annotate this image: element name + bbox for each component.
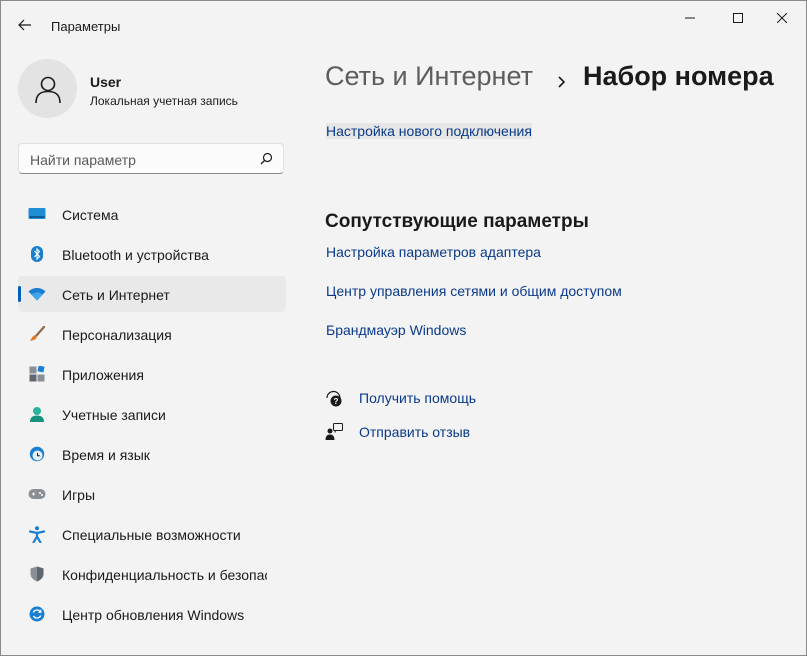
sidebar-item-privacy[interactable]: Конфиденциальность и безопасность (18, 556, 286, 592)
send-feedback-link[interactable]: Отправить отзыв (359, 424, 470, 440)
sidebar-item-personalization[interactable]: Персонализация (18, 316, 286, 352)
gamepad-icon (28, 486, 46, 502)
feedback-icon (325, 423, 343, 441)
sidebar-item-time-language[interactable]: Время и язык (18, 436, 286, 472)
svg-text:?: ? (334, 397, 339, 406)
accessibility-icon (28, 525, 46, 543)
sidebar-item-label: Bluetooth и устройства (62, 247, 209, 263)
sidebar-item-label: Сеть и Интернет (62, 287, 170, 303)
sidebar-item-accounts[interactable]: Учетные записи (18, 396, 286, 432)
wifi-icon (28, 286, 46, 302)
shield-icon (28, 566, 46, 582)
search-icon[interactable] (260, 152, 273, 170)
breadcrumb: Сеть и Интернет Набор номера (325, 61, 774, 92)
sidebar-item-network[interactable]: Сеть и Интернет (18, 276, 286, 312)
get-help-link[interactable]: Получить помощь (359, 390, 476, 406)
accounts-icon (28, 406, 46, 422)
bluetooth-icon (28, 246, 46, 262)
close-icon (777, 13, 787, 23)
search-input[interactable]: Найти параметр (30, 152, 136, 168)
sidebar-item-gaming[interactable]: Игры (18, 476, 286, 512)
app-title: Параметры (51, 19, 121, 34)
title-bar: Параметры (1, 1, 806, 41)
page-title: Набор номера (583, 61, 774, 91)
sidebar-item-label: Учетные записи (62, 407, 166, 423)
brush-icon (28, 326, 46, 342)
account-type: Локальная учетная запись (90, 94, 238, 108)
network-sharing-center-link[interactable]: Центр управления сетями и общим доступом (326, 283, 622, 299)
sidebar-item-windows-update[interactable]: Центр обновления Windows (18, 596, 286, 632)
sidebar-item-label: Игры (62, 487, 96, 503)
search-box[interactable]: Найти параметр (18, 143, 284, 174)
setup-new-connection-link[interactable]: Настройка нового подключения (326, 123, 532, 139)
avatar (18, 59, 77, 118)
sidebar-item-apps[interactable]: Приложения (18, 356, 286, 392)
maximize-icon (733, 13, 743, 23)
active-indicator (18, 286, 21, 302)
minimize-button[interactable] (667, 3, 713, 33)
back-button[interactable] (13, 13, 37, 37)
help-icon: ? (325, 389, 343, 407)
chevron-right-icon (557, 67, 567, 98)
user-name: User (90, 74, 122, 90)
related-settings-title: Сопутствующие параметры (325, 211, 589, 232)
windows-firewall-link[interactable]: Брандмауэр Windows (326, 322, 466, 338)
sidebar-item-bluetooth[interactable]: Bluetooth и устройства (18, 236, 286, 272)
maximize-button[interactable] (715, 3, 761, 33)
time-language-icon (28, 446, 46, 462)
settings-window: Параметры User Локальная учетная запись … (0, 0, 807, 656)
close-button[interactable] (759, 3, 805, 33)
sidebar-item-label: Центр обновления Windows (62, 607, 245, 623)
adapter-settings-link[interactable]: Настройка параметров адаптера (326, 244, 541, 260)
sidebar-item-label: Конфиденциальность и безопасность (62, 567, 267, 583)
breadcrumb-parent[interactable]: Сеть и Интернет (325, 61, 533, 91)
sidebar-item-system[interactable]: Система (18, 196, 286, 232)
back-arrow-icon (18, 19, 31, 31)
sidebar-item-label: Специальные возможности (62, 527, 241, 543)
update-icon (28, 606, 46, 622)
sidebar-item-label: Система (62, 207, 119, 223)
system-icon (28, 206, 46, 222)
sidebar-item-label: Время и язык (62, 447, 150, 463)
apps-icon (28, 366, 46, 382)
sidebar-item-label: Персонализация (62, 327, 172, 343)
user-icon (34, 76, 61, 103)
sidebar-item-accessibility[interactable]: Специальные возможности (18, 516, 286, 552)
sidebar-nav: Система Bluetooth и устройства Сеть и Ин… (18, 196, 286, 636)
minimize-icon (685, 17, 695, 19)
sidebar-item-label: Приложения (62, 367, 144, 383)
